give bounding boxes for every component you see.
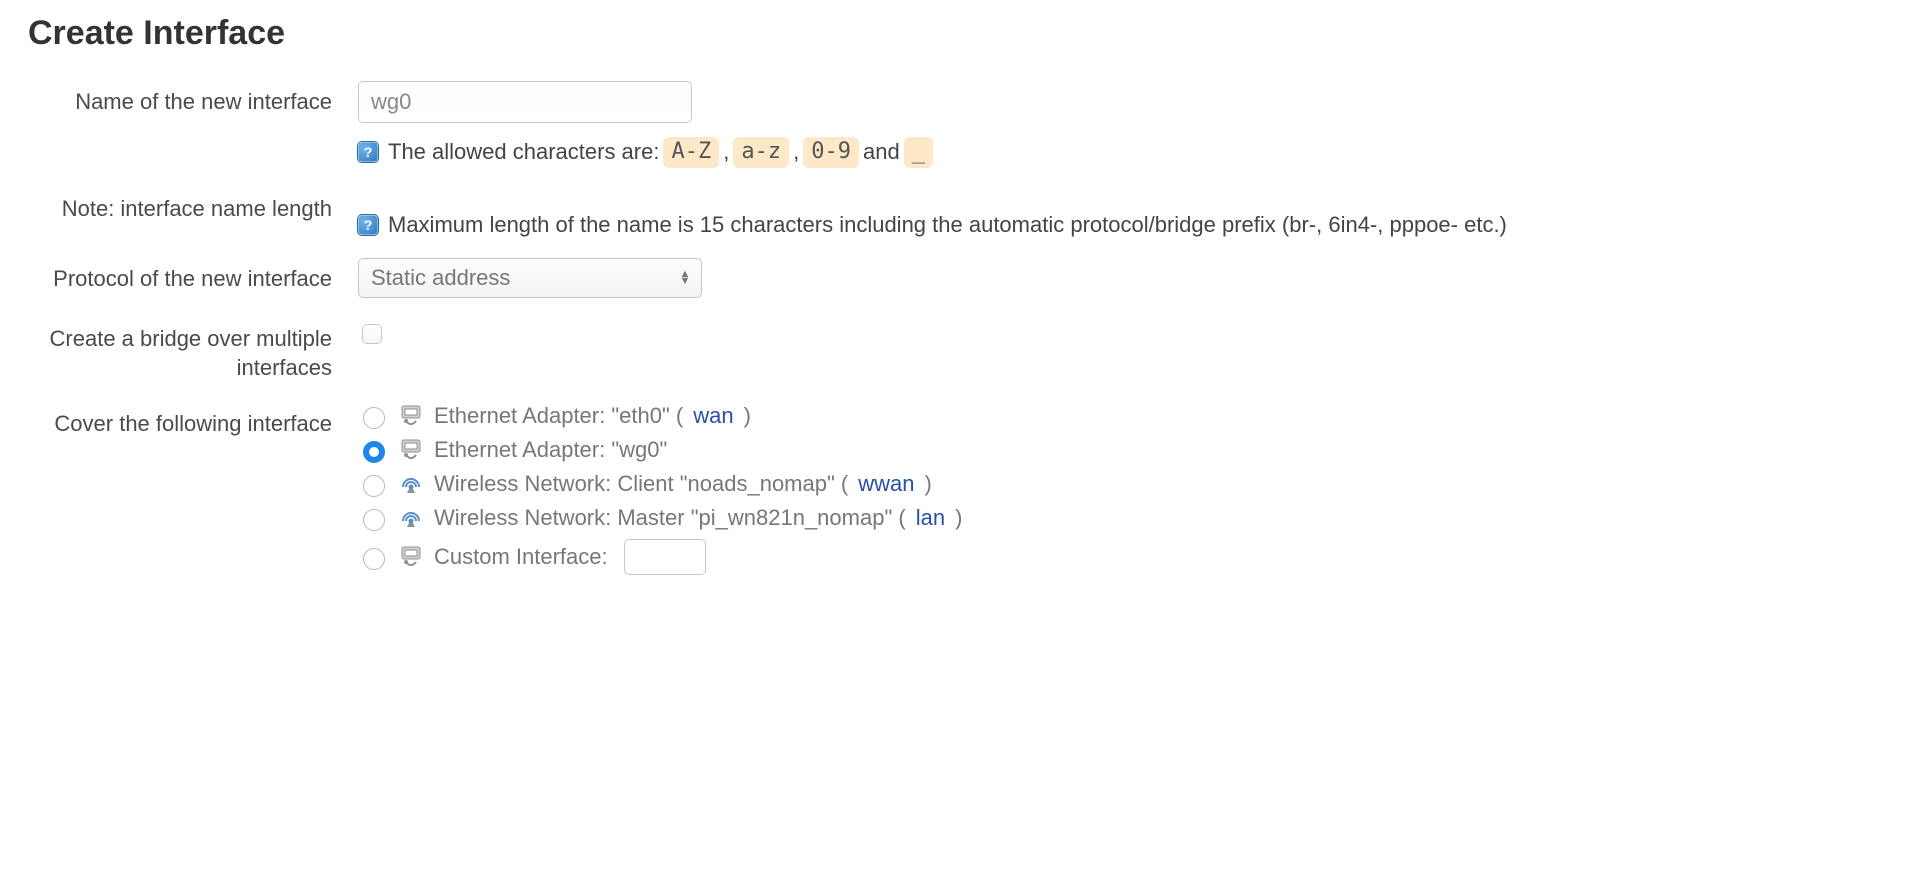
code-chip: 0-9: [803, 137, 859, 168]
hint-text: The allowed characters are:: [388, 139, 659, 165]
cover-option-label: Wireless Network: Client "noads_nomap" (: [434, 471, 848, 497]
cover-option-label: Ethernet Adapter: "eth0" (: [434, 403, 683, 429]
cover-radio[interactable]: [363, 441, 385, 463]
interface-name-input[interactable]: [358, 81, 692, 123]
wireless-icon: [398, 505, 424, 531]
code-chip: a-z: [733, 137, 789, 168]
cover-radio[interactable]: [363, 407, 385, 429]
cover-option[interactable]: Wireless Network: Master "pi_wn821n_noma…: [358, 505, 1878, 531]
cover-option[interactable]: Ethernet Adapter: "eth0" (wan): [358, 403, 1878, 429]
network-name: lan: [916, 505, 945, 531]
cover-option-label: Wireless Network: Master "pi_wn821n_noma…: [434, 505, 906, 531]
label-bridge: Create a bridge over multiple interfaces: [28, 318, 358, 383]
bridge-checkbox[interactable]: [362, 324, 382, 344]
network-name: wan: [693, 403, 733, 429]
custom-interface-input[interactable]: [624, 539, 706, 575]
help-icon: ?: [358, 215, 378, 235]
help-icon: ?: [358, 142, 378, 162]
label-protocol: Protocol of the new interface: [28, 258, 358, 294]
note-length-hint: ? Maximum length of the name is 15 chara…: [358, 212, 1878, 238]
cover-radio[interactable]: [363, 475, 385, 497]
ethernet-icon: [398, 437, 424, 463]
ethernet-icon: [398, 403, 424, 429]
label-cover: Cover the following interface: [28, 403, 358, 439]
wireless-icon: [398, 471, 424, 497]
interface-name-hint: ? The allowed characters are: A-Z, a-z, …: [358, 137, 1878, 168]
code-chip: A-Z: [663, 137, 719, 168]
hint-text: Maximum length of the name is 15 charact…: [388, 212, 1507, 238]
network-name: wwan: [858, 471, 914, 497]
code-chip: _: [904, 137, 933, 168]
protocol-select[interactable]: Static address: [358, 258, 702, 298]
cover-option-label: Custom Interface:: [434, 544, 608, 570]
cover-radio[interactable]: [363, 509, 385, 531]
cover-interface-list: Ethernet Adapter: "eth0" (wan)Ethernet A…: [358, 403, 1878, 575]
page-title: Create Interface: [28, 14, 1878, 53]
cover-option[interactable]: Ethernet Adapter: "wg0": [358, 437, 1878, 463]
cover-option-label: Ethernet Adapter: "wg0": [434, 437, 667, 463]
ethernet-icon: [398, 544, 424, 570]
label-interface-name: Name of the new interface: [28, 81, 358, 117]
cover-radio[interactable]: [363, 548, 385, 570]
label-note-length: Note: interface name length: [28, 188, 358, 224]
cover-option[interactable]: Custom Interface:: [358, 539, 1878, 575]
cover-option[interactable]: Wireless Network: Client "noads_nomap" (…: [358, 471, 1878, 497]
